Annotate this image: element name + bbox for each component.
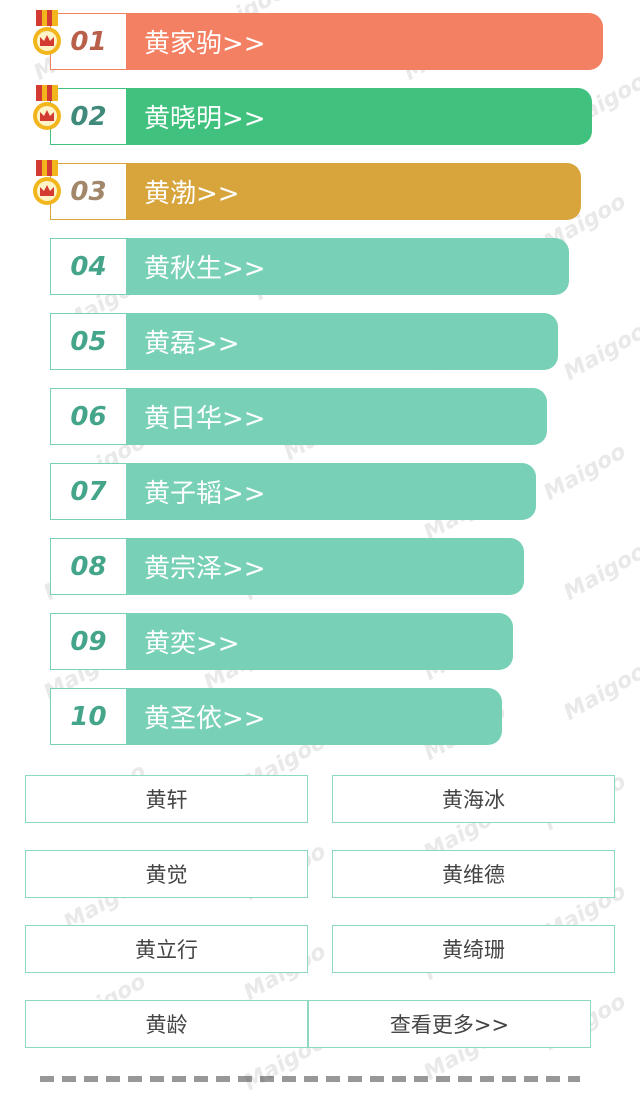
rank-label: 黄磊>> bbox=[144, 329, 240, 359]
rank-number: 04 bbox=[50, 238, 126, 295]
rank-row-8[interactable]: 08 黄宗泽>> bbox=[50, 538, 524, 595]
rank-row-6[interactable]: 06 黄日华>> bbox=[50, 388, 547, 445]
rank-bar[interactable]: 黄家驹>> bbox=[126, 13, 603, 70]
name-button-5[interactable]: 黄立行 bbox=[25, 925, 308, 973]
rank-label: 黄渤>> bbox=[144, 179, 240, 209]
rank-row-3[interactable]: 03 黄渤>> bbox=[33, 160, 581, 220]
view-more-button[interactable]: 查看更多>> bbox=[308, 1000, 591, 1048]
rank-bar[interactable]: 黄奕>> bbox=[126, 613, 513, 670]
rank-label: 黄奕>> bbox=[144, 629, 240, 659]
maigoo-watermark: Maigoo bbox=[559, 539, 640, 606]
rank-row-2[interactable]: 02 黄晓明>> bbox=[33, 85, 592, 145]
rank-label: 黄圣依>> bbox=[144, 704, 266, 734]
name-button-7[interactable]: 黄龄 bbox=[25, 1000, 308, 1048]
rank-label: 黄日华>> bbox=[144, 404, 266, 434]
rank-bar[interactable]: 黄渤>> bbox=[126, 163, 581, 220]
rank-bar[interactable]: 黄宗泽>> bbox=[126, 538, 524, 595]
maigoo-watermark: Maigoo bbox=[559, 659, 640, 726]
name-button-4[interactable]: 黄维德 bbox=[332, 850, 615, 898]
rank-number: 06 bbox=[50, 388, 126, 445]
rank-row-9[interactable]: 09 黄奕>> bbox=[50, 613, 513, 670]
rank-row-4[interactable]: 04 黄秋生>> bbox=[50, 238, 569, 295]
rank-label: 黄宗泽>> bbox=[144, 554, 266, 584]
maigoo-watermark: Maigoo bbox=[559, 319, 640, 386]
rank-bar[interactable]: 黄圣依>> bbox=[126, 688, 502, 745]
rank-bar[interactable]: 黄日华>> bbox=[126, 388, 547, 445]
maigoo-watermark: Maigoo bbox=[539, 439, 631, 506]
rank-number: 07 bbox=[50, 463, 126, 520]
rank-number: 05 bbox=[50, 313, 126, 370]
medal-icon bbox=[33, 160, 61, 205]
medal-icon bbox=[33, 85, 61, 130]
name-button-1[interactable]: 黄轩 bbox=[25, 775, 308, 823]
rank-number: 10 bbox=[50, 688, 126, 745]
rank-label: 黄秋生>> bbox=[144, 254, 266, 284]
rank-bar[interactable]: 黄晓明>> bbox=[126, 88, 592, 145]
rank-label: 黄晓明>> bbox=[144, 104, 266, 134]
medal-icon bbox=[33, 10, 61, 55]
rank-row-5[interactable]: 05 黄磊>> bbox=[50, 313, 558, 370]
rank-row-1[interactable]: 01 黄家驹>> bbox=[33, 10, 603, 70]
rank-label: 黄子韬>> bbox=[144, 479, 266, 509]
rank-bar[interactable]: 黄子韬>> bbox=[126, 463, 536, 520]
rank-number: 09 bbox=[50, 613, 126, 670]
rank-bar[interactable]: 黄秋生>> bbox=[126, 238, 569, 295]
name-button-6[interactable]: 黄绮珊 bbox=[332, 925, 615, 973]
rank-row-7[interactable]: 07 黄子韬>> bbox=[50, 463, 536, 520]
rank-row-10[interactable]: 10 黄圣依>> bbox=[50, 688, 502, 745]
name-button-2[interactable]: 黄海冰 bbox=[332, 775, 615, 823]
cut-off-footer-text bbox=[0, 1074, 640, 1082]
rank-number: 08 bbox=[50, 538, 126, 595]
rank-label: 黄家驹>> bbox=[144, 29, 266, 59]
name-button-3[interactable]: 黄觉 bbox=[25, 850, 308, 898]
rank-bar[interactable]: 黄磊>> bbox=[126, 313, 558, 370]
